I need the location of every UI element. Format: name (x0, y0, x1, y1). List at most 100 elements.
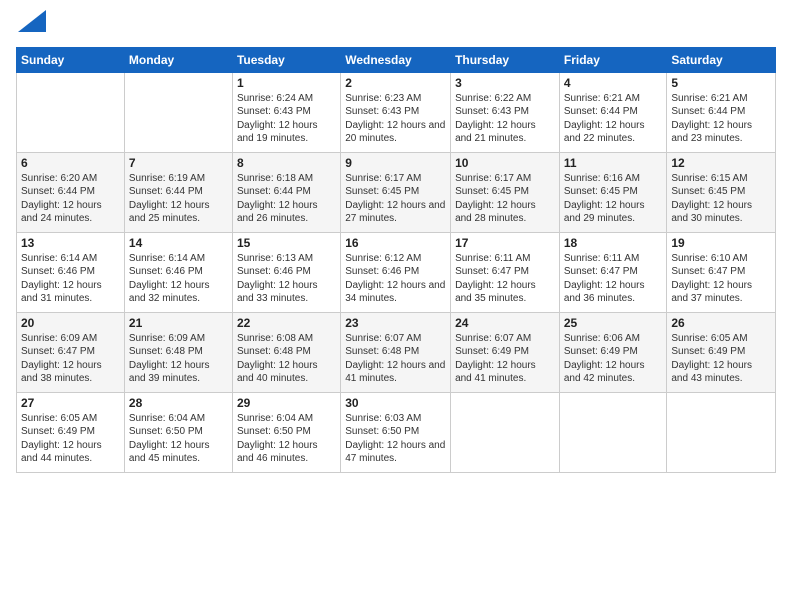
calendar-cell (667, 392, 776, 472)
day-info: Sunrise: 6:21 AM Sunset: 6:44 PM Dayligh… (671, 92, 771, 146)
column-header-wednesday: Wednesday (341, 47, 451, 72)
day-info: Sunrise: 6:22 AM Sunset: 6:43 PM Dayligh… (455, 92, 555, 146)
calendar-week-row: 27 Sunrise: 6:05 AM Sunset: 6:49 PM Dayli… (17, 392, 776, 472)
calendar-cell: 27 Sunrise: 6:05 AM Sunset: 6:49 PM Dayli… (17, 392, 125, 472)
calendar-cell: 22Sunrise: 6:08 AM Sunset: 6:48 PM Dayli… (232, 312, 340, 392)
day-number: 2 (345, 76, 446, 90)
calendar-cell: 25Sunrise: 6:06 AM Sunset: 6:49 PM Dayli… (559, 312, 667, 392)
calendar-header-row: SundayMondayTuesdayWednesdayThursdayFrid… (17, 47, 776, 72)
day-info: Sunrise: 6:19 AM Sunset: 6:44 PM Dayligh… (129, 172, 228, 226)
day-number: 4 (564, 76, 663, 90)
day-number: 7 (129, 156, 228, 170)
day-info: Sunrise: 6:21 AM Sunset: 6:44 PM Dayligh… (564, 92, 663, 146)
calendar-week-row: 1Sunrise: 6:24 AM Sunset: 6:43 PM Daylig… (17, 72, 776, 152)
calendar-cell: 23Sunrise: 6:07 AM Sunset: 6:48 PM Dayli… (341, 312, 451, 392)
logo-text (16, 12, 46, 39)
calendar-cell: 17 Sunrise: 6:11 AM Sunset: 6:47 PM Dayli… (451, 232, 560, 312)
day-number: 23 (345, 316, 446, 330)
day-number: 16 (345, 236, 446, 250)
calendar-cell: 8 Sunrise: 6:18 AM Sunset: 6:44 PM Daylig… (232, 152, 340, 232)
calendar-cell: 1Sunrise: 6:24 AM Sunset: 6:43 PM Daylig… (232, 72, 340, 152)
day-number: 5 (671, 76, 771, 90)
day-info: Sunrise: 6:12 AM Sunset: 6:46 PM Dayligh… (345, 252, 446, 306)
day-info: Sunrise: 6:09 AM Sunset: 6:47 PM Dayligh… (21, 332, 120, 386)
calendar-cell: 30 Sunrise: 6:03 AM Sunset: 6:50 PM Dayli… (341, 392, 451, 472)
column-header-saturday: Saturday (667, 47, 776, 72)
day-info: Sunrise: 6:07 AM Sunset: 6:49 PM Dayligh… (455, 332, 555, 386)
header (16, 12, 776, 39)
day-info: Sunrise: 6:14 AM Sunset: 6:46 PM Dayligh… (129, 252, 228, 306)
day-info: Sunrise: 6:10 AM Sunset: 6:47 PM Dayligh… (671, 252, 771, 306)
calendar-cell: 12 Sunrise: 6:15 AM Sunset: 6:45 PM Dayli… (667, 152, 776, 232)
day-number: 14 (129, 236, 228, 250)
day-number: 6 (21, 156, 120, 170)
day-number: 9 (345, 156, 446, 170)
day-number: 28 (129, 396, 228, 410)
day-info: Sunrise: 6:04 AM Sunset: 6:50 PM Dayligh… (237, 412, 336, 466)
day-number: 27 (21, 396, 120, 410)
calendar-table: SundayMondayTuesdayWednesdayThursdayFrid… (16, 47, 776, 473)
calendar-cell: 10 Sunrise: 6:17 AM Sunset: 6:45 PM Dayli… (451, 152, 560, 232)
day-number: 29 (237, 396, 336, 410)
calendar-cell (17, 72, 125, 152)
day-info: Sunrise: 6:20 AM Sunset: 6:44 PM Dayligh… (21, 172, 120, 226)
day-number: 25 (564, 316, 663, 330)
calendar-cell: 15 Sunrise: 6:13 AM Sunset: 6:46 PM Dayli… (232, 232, 340, 312)
day-number: 30 (345, 396, 446, 410)
calendar-cell: 6 Sunrise: 6:20 AM Sunset: 6:44 PM Daylig… (17, 152, 125, 232)
day-number: 3 (455, 76, 555, 90)
day-info: Sunrise: 6:03 AM Sunset: 6:50 PM Dayligh… (345, 412, 446, 466)
day-number: 10 (455, 156, 555, 170)
calendar-cell: 2 Sunrise: 6:23 AM Sunset: 6:43 PM Daylig… (341, 72, 451, 152)
calendar-cell: 13Sunrise: 6:14 AM Sunset: 6:46 PM Dayli… (17, 232, 125, 312)
day-info: Sunrise: 6:11 AM Sunset: 6:47 PM Dayligh… (455, 252, 555, 306)
calendar-cell: 11 Sunrise: 6:16 AM Sunset: 6:45 PM Dayli… (559, 152, 667, 232)
calendar-cell: 9Sunrise: 6:17 AM Sunset: 6:45 PM Daylig… (341, 152, 451, 232)
day-number: 1 (237, 76, 336, 90)
column-header-sunday: Sunday (17, 47, 125, 72)
day-number: 24 (455, 316, 555, 330)
calendar-cell: 21Sunrise: 6:09 AM Sunset: 6:48 PM Dayli… (124, 312, 232, 392)
day-info: Sunrise: 6:15 AM Sunset: 6:45 PM Dayligh… (671, 172, 771, 226)
day-info: Sunrise: 6:05 AM Sunset: 6:49 PM Dayligh… (21, 412, 120, 466)
calendar-cell: 26 Sunrise: 6:05 AM Sunset: 6:49 PM Dayli… (667, 312, 776, 392)
day-number: 11 (564, 156, 663, 170)
calendar-cell: 24 Sunrise: 6:07 AM Sunset: 6:49 PM Dayli… (451, 312, 560, 392)
day-info: Sunrise: 6:18 AM Sunset: 6:44 PM Dayligh… (237, 172, 336, 226)
calendar-cell: 3 Sunrise: 6:22 AM Sunset: 6:43 PM Daylig… (451, 72, 560, 152)
column-header-friday: Friday (559, 47, 667, 72)
calendar-cell: 16 Sunrise: 6:12 AM Sunset: 6:46 PM Dayli… (341, 232, 451, 312)
day-number: 20 (21, 316, 120, 330)
day-number: 12 (671, 156, 771, 170)
day-number: 15 (237, 236, 336, 250)
calendar-cell: 14 Sunrise: 6:14 AM Sunset: 6:46 PM Dayli… (124, 232, 232, 312)
calendar-cell: 5 Sunrise: 6:21 AM Sunset: 6:44 PM Daylig… (667, 72, 776, 152)
logo (16, 12, 46, 39)
calendar-cell (559, 392, 667, 472)
day-number: 19 (671, 236, 771, 250)
column-header-monday: Monday (124, 47, 232, 72)
calendar-week-row: 6 Sunrise: 6:20 AM Sunset: 6:44 PM Daylig… (17, 152, 776, 232)
calendar-week-row: 13 Sunrise: 6:14 AM Sunset: 6:46 PM Dayli… (17, 232, 776, 312)
column-header-tuesday: Tuesday (232, 47, 340, 72)
day-info: Sunrise: 6:13 AM Sunset: 6:46 PM Dayligh… (237, 252, 336, 306)
calendar-cell (451, 392, 560, 472)
column-header-thursday: Thursday (451, 47, 560, 72)
day-info: Sunrise: 6:23 AM Sunset: 6:43 PM Dayligh… (345, 92, 446, 146)
day-info: Sunrise: 6:05 AM Sunset: 6:49 PM Dayligh… (671, 332, 771, 386)
day-info: Sunrise: 6:04 AM Sunset: 6:50 PM Dayligh… (129, 412, 228, 466)
calendar-cell: 29 Sunrise: 6:04 AM Sunset: 6:50 PM Dayli… (232, 392, 340, 472)
day-info: Sunrise: 6:16 AM Sunset: 6:45 PM Dayligh… (564, 172, 663, 226)
day-number: 13 (21, 236, 120, 250)
day-number: 17 (455, 236, 555, 250)
day-info: Sunrise: 6:17 AM Sunset: 6:45 PM Dayligh… (455, 172, 555, 226)
calendar-cell: 18Sunrise: 6:11 AM Sunset: 6:47 PM Dayli… (559, 232, 667, 312)
day-number: 22 (237, 316, 336, 330)
day-number: 26 (671, 316, 771, 330)
day-info: Sunrise: 6:11 AM Sunset: 6:47 PM Dayligh… (564, 252, 663, 306)
day-number: 8 (237, 156, 336, 170)
calendar-cell (124, 72, 232, 152)
logo-icon (18, 10, 46, 32)
calendar-cell: 7 Sunrise: 6:19 AM Sunset: 6:44 PM Daylig… (124, 152, 232, 232)
calendar-week-row: 20 Sunrise: 6:09 AM Sunset: 6:47 PM Dayli… (17, 312, 776, 392)
